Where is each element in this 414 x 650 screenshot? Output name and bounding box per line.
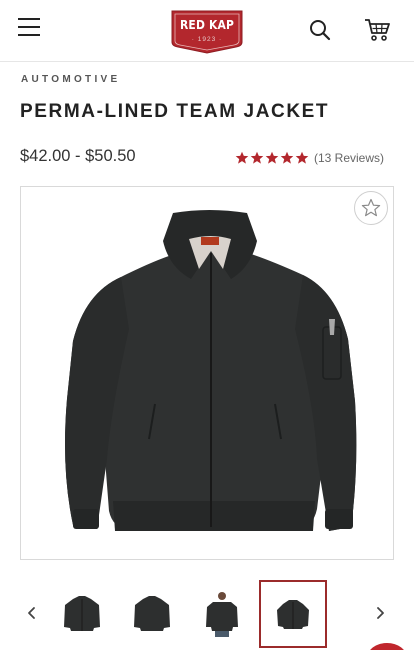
search-icon[interactable] [308,18,332,42]
jacket-front-thumb[interactable] [48,580,116,648]
star-filled-icon [265,151,279,164]
star-filled-icon [235,151,249,164]
chevron-left-icon[interactable] [24,603,40,623]
hamburger-menu-icon[interactable] [18,18,42,40]
star-filled-icon [250,151,264,164]
star-filled-icon [280,151,294,164]
jacket-back-thumb[interactable] [118,580,186,648]
rating-stars [235,151,309,165]
chat-button[interactable] [367,643,407,650]
star-filled-icon [295,151,309,164]
logo-text: RED KAP [179,17,235,32]
red-kap-logo[interactable]: RED KAP · 1923 · [170,8,244,54]
site-header: RED KAP · 1923 · [0,0,414,62]
product-category: AUTOMOTIVE [21,74,121,85]
jacket-angle-thumb[interactable] [259,580,327,648]
jacket-image [65,210,357,531]
product-title: PERMA-LINED TEAM JACKET [20,101,330,122]
product-main-image[interactable] [20,186,394,560]
logo-year: · 1923 · [191,36,223,43]
product-rating[interactable]: (13 Reviews) [235,150,384,166]
shopping-cart-icon[interactable] [363,17,391,43]
jacket-model-thumb[interactable] [188,580,256,648]
chevron-right-icon[interactable] [372,603,388,623]
review-count-link[interactable]: (13 Reviews) [314,151,384,165]
product-price: $42.00 - $50.50 [20,147,136,165]
